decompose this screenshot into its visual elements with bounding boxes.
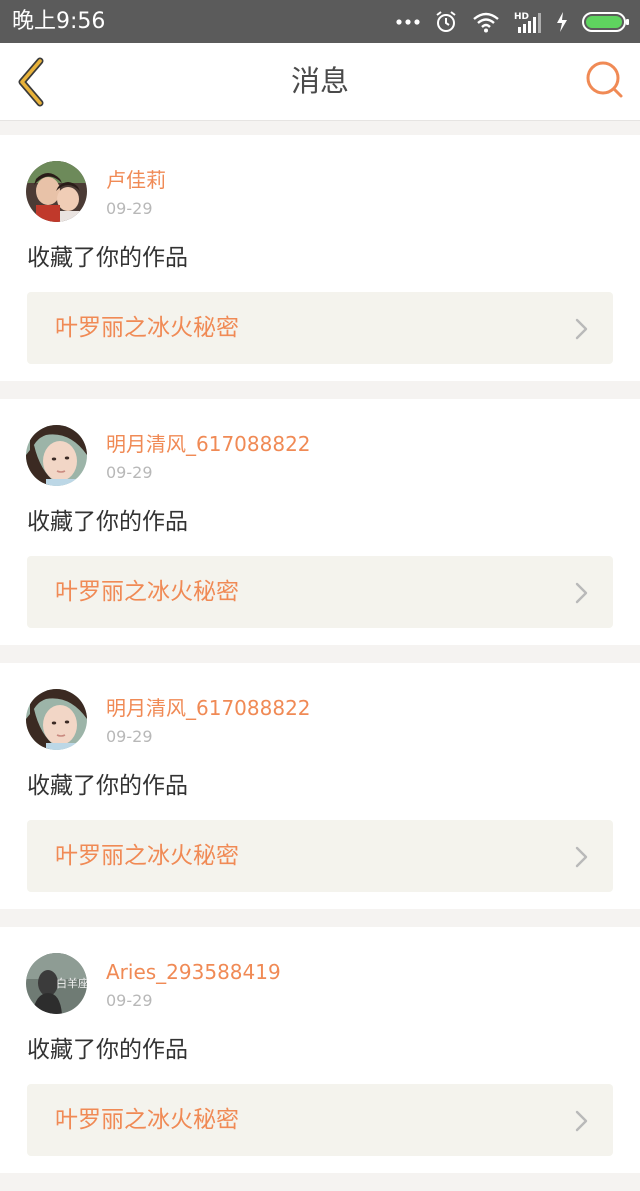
work-link[interactable]: 叶罗丽之冰火秘密 — [27, 292, 613, 364]
message-date: 09-29 — [106, 727, 153, 746]
chevron-right-icon — [575, 846, 588, 868]
avatar[interactable] — [26, 161, 87, 222]
action-text: 收藏了你的作品 — [27, 1037, 188, 1063]
nav-bar: 消息 — [0, 43, 640, 121]
status-icons: HD — [396, 7, 630, 37]
message-list: 卢佳莉 09-29 收藏了你的作品 叶罗丽之冰火秘密 明月清风_61708882… — [0, 135, 640, 1191]
action-text: 收藏了你的作品 — [27, 245, 188, 271]
charging-icon — [556, 12, 568, 32]
username[interactable]: 明月清风_617088822 — [106, 695, 311, 721]
message-date: 09-29 — [106, 199, 153, 218]
work-link[interactable]: 叶罗丽之冰火秘密 — [27, 556, 613, 628]
chevron-right-icon — [575, 1110, 588, 1132]
status-time: 晚上9:56 — [12, 9, 106, 34]
wifi-icon — [472, 11, 500, 33]
chevron-right-icon — [575, 318, 588, 340]
action-text: 收藏了你的作品 — [27, 773, 188, 799]
search-icon — [586, 61, 623, 98]
work-title: 叶罗丽之冰火秘密 — [55, 579, 239, 605]
message-card: 明月清风_617088822 09-29 收藏了你的作品 叶罗丽之冰火秘密 — [0, 399, 640, 645]
message-card: 卢佳莉 09-29 收藏了你的作品 叶罗丽之冰火秘密 — [0, 135, 640, 381]
action-text: 收藏了你的作品 — [27, 509, 188, 535]
svg-text:白羊座: 白羊座 — [56, 976, 87, 990]
status-bar: 晚上9:56 HD — [0, 0, 640, 43]
page-title: 消息 — [290, 64, 349, 98]
work-link[interactable]: 叶罗丽之冰火秘密 — [27, 820, 613, 892]
message-date: 09-29 — [106, 991, 153, 1010]
username[interactable]: 卢佳莉 — [106, 167, 166, 193]
signal-hd-icon: HD — [514, 10, 542, 34]
message-card: 明月清风_617088822 09-29 收藏了你的作品 叶罗丽之冰火秘密 — [0, 663, 640, 909]
avatar[interactable]: 白羊座 — [26, 953, 87, 1014]
message-date: 09-29 — [106, 463, 153, 482]
message-card: 白羊座 Aries_293588419 09-29 收藏了你的作品 叶罗丽之冰火… — [0, 927, 640, 1173]
avatar[interactable] — [26, 689, 87, 750]
work-title: 叶罗丽之冰火秘密 — [55, 843, 239, 869]
more-dots-icon — [396, 17, 420, 27]
work-title: 叶罗丽之冰火秘密 — [55, 315, 239, 341]
search-button[interactable] — [584, 59, 626, 101]
work-title: 叶罗丽之冰火秘密 — [55, 1107, 239, 1133]
svg-text:HD: HD — [514, 12, 529, 22]
battery-icon — [582, 11, 630, 33]
chevron-right-icon — [575, 582, 588, 604]
work-link[interactable]: 叶罗丽之冰火秘密 — [27, 1084, 613, 1156]
avatar[interactable] — [26, 425, 87, 486]
username[interactable]: Aries_293588419 — [106, 959, 281, 985]
username[interactable]: 明月清风_617088822 — [106, 431, 311, 457]
alarm-icon — [434, 10, 458, 34]
